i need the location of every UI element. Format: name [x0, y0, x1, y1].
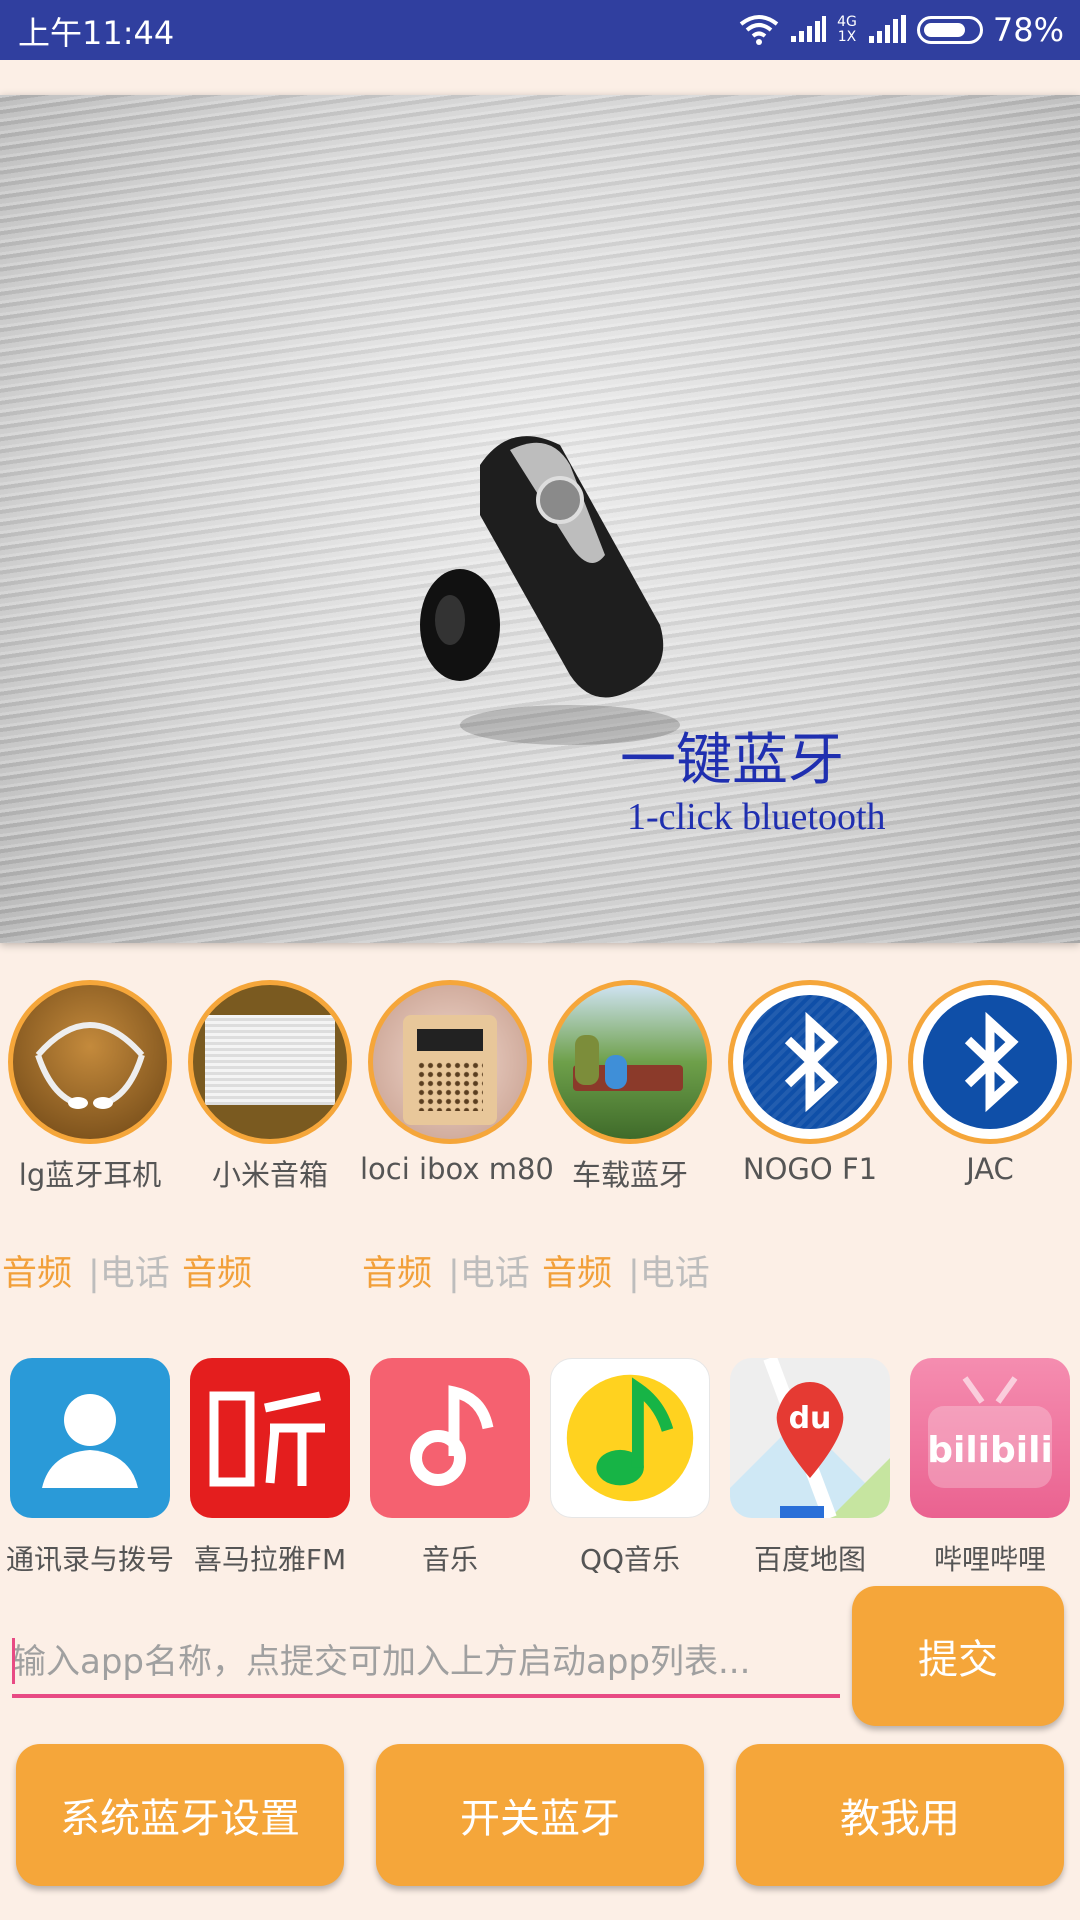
device-item-jac[interactable]: JAC: [900, 980, 1080, 1186]
app-item-ximalaya[interactable]: 喜马拉雅FM: [180, 1358, 360, 1578]
app-launcher-list: 通讯录与拨号 喜马拉雅FM 音乐 QQ音乐 du 百度地图 bilibili 哔…: [0, 1358, 1080, 1578]
battery-fill: [923, 23, 965, 37]
app-label: 音乐: [421, 1543, 478, 1576]
battery-icon: [916, 16, 983, 44]
device-item-mi-speaker[interactable]: 小米音箱: [180, 980, 360, 1194]
ximalaya-icon: [190, 1358, 350, 1518]
bluetooth-icon: [728, 980, 892, 1144]
svg-text:du: du: [789, 1401, 832, 1436]
device-item-lg-headset[interactable]: lg蓝牙耳机: [0, 980, 180, 1194]
device-name: lg蓝牙耳机: [18, 1158, 162, 1192]
app-item-qq-music[interactable]: QQ音乐: [540, 1358, 720, 1578]
app-name-input-wrap: [12, 1630, 840, 1698]
device-name: 小米音箱: [211, 1158, 328, 1192]
app-label: 通讯录与拨号: [5, 1543, 174, 1576]
submit-button[interactable]: 提交: [852, 1586, 1064, 1726]
status-time: 上午11:44: [18, 14, 175, 52]
device-item-nogo-f1[interactable]: NOGO F1: [720, 980, 900, 1186]
status-bar: 上午11:44 4G 1X 78%: [0, 0, 1080, 60]
radio-photo-icon: [368, 980, 532, 1144]
network-type: 4G 1X: [837, 14, 857, 45]
status-icons: 4G 1X 78%: [739, 6, 1064, 54]
bluetooth-icon: [908, 980, 1072, 1144]
bluetooth-earpiece-image: [420, 436, 680, 745]
tag-audio[interactable]: 音频: [182, 1245, 252, 1296]
text-cursor: [12, 1638, 15, 1684]
wifi-icon: [739, 15, 779, 45]
qq-music-icon: [550, 1358, 710, 1518]
app-label: 哔哩哔哩: [933, 1543, 1046, 1576]
hero-banner: 一键蓝牙 1-click bluetooth: [0, 95, 1080, 943]
app-name-input[interactable]: [12, 1630, 840, 1694]
help-button[interactable]: 教我用: [736, 1744, 1064, 1886]
tag-phone[interactable]: |电话: [448, 1245, 530, 1296]
tag-audio[interactable]: 音频: [2, 1245, 72, 1296]
tag-phone[interactable]: |电话: [628, 1245, 710, 1296]
device-name: 车载蓝牙: [571, 1158, 688, 1192]
app-item-music[interactable]: 音乐: [360, 1358, 540, 1578]
app-item-baidu-map[interactable]: du 百度地图: [720, 1358, 900, 1578]
app-item-contacts[interactable]: 通讯录与拨号: [0, 1358, 180, 1578]
device-name: loci ibox m80: [360, 1152, 554, 1186]
signal-dots-icon: [791, 16, 827, 42]
device-item-car-bluetooth[interactable]: 车载蓝牙: [540, 980, 720, 1194]
headset-photo-icon: [8, 980, 172, 1144]
bilibili-icon: bilibili: [910, 1358, 1070, 1518]
tag-audio[interactable]: 音频: [542, 1245, 612, 1296]
svg-text:bilibili: bilibili: [927, 1430, 1053, 1471]
tag-phone[interactable]: |电话: [88, 1245, 170, 1296]
device-name: JAC: [966, 1152, 1014, 1186]
device-list: lg蓝牙耳机 小米音箱 loci ibox m80 车载蓝牙 NOGO F1 J…: [0, 980, 1080, 1200]
family-photo-icon: [548, 980, 712, 1144]
music-note-icon: [370, 1358, 530, 1518]
device-name: NOGO F1: [742, 1152, 878, 1186]
app-label: 喜马拉雅FM: [193, 1543, 347, 1576]
device-tags: 音频 |电话 音频 音频 |电话 音频 |电话: [0, 1245, 1080, 1295]
toggle-bluetooth-button[interactable]: 开关蓝牙: [376, 1744, 704, 1886]
baidu-map-icon: du: [730, 1358, 890, 1518]
app-label: QQ音乐: [579, 1543, 681, 1576]
app-item-bilibili[interactable]: bilibili 哔哩哔哩: [900, 1358, 1080, 1578]
banner-subtitle: 1-click bluetooth: [627, 796, 886, 838]
device-item-loci-ibox[interactable]: loci ibox m80: [360, 980, 554, 1186]
app-label: 百度地图: [753, 1543, 866, 1576]
banner-title: 一键蓝牙: [620, 728, 844, 793]
battery-percent: 78%: [992, 11, 1064, 49]
signal-icon: [868, 15, 906, 43]
speaker-photo-icon: [188, 980, 352, 1144]
bluetooth-settings-button[interactable]: 系统蓝牙设置: [16, 1744, 344, 1886]
tag-audio[interactable]: 音频: [362, 1245, 432, 1296]
contacts-icon: [10, 1358, 170, 1518]
